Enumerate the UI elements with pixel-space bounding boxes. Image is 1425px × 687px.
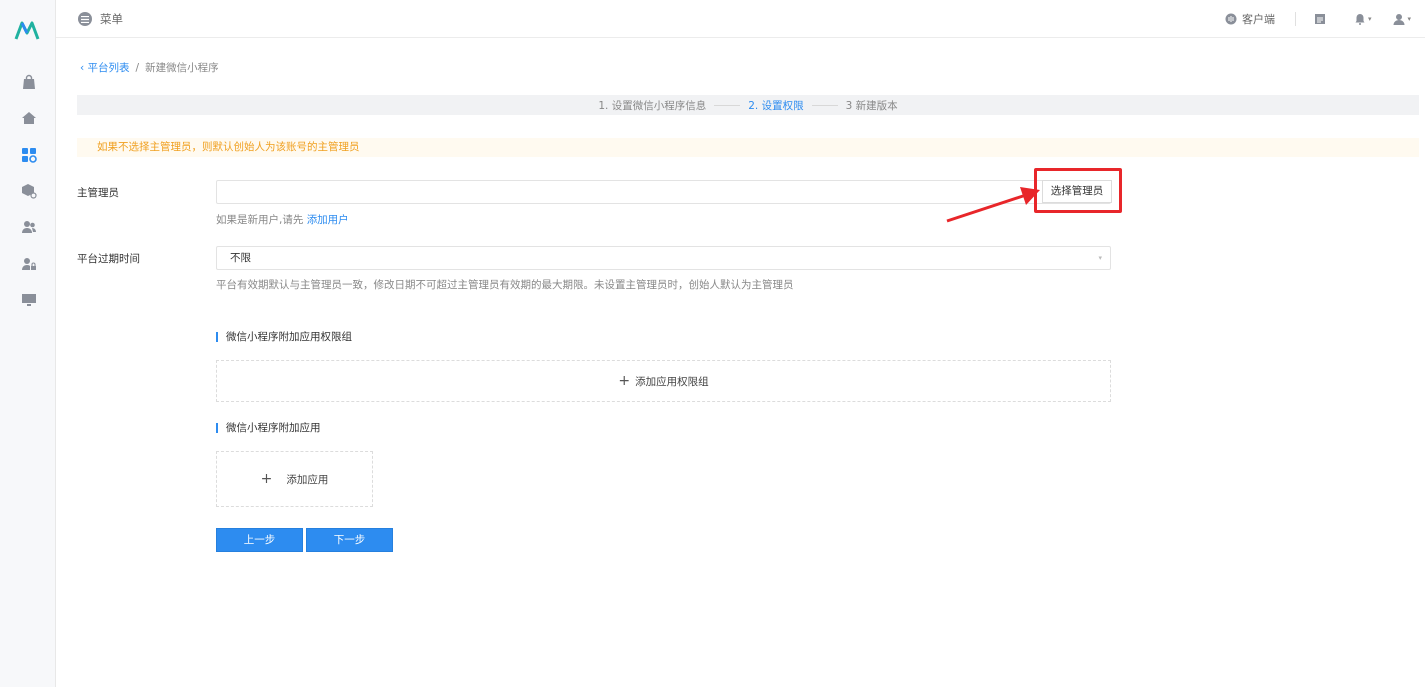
breadcrumb-back-label: 平台列表 bbox=[87, 62, 130, 74]
add-app-button[interactable]: + 添加应用 bbox=[216, 451, 373, 507]
plus-icon: + bbox=[260, 471, 273, 487]
client-icon bbox=[1225, 13, 1237, 25]
step-3: 3 新建版本 bbox=[845, 99, 898, 112]
menu-label: 菜单 bbox=[100, 12, 123, 26]
list-icon bbox=[78, 12, 92, 26]
apps-section-title: 微信小程序附加应用 bbox=[216, 420, 321, 435]
shopping-bag-icon[interactable] bbox=[20, 73, 38, 91]
users-icon[interactable] bbox=[20, 218, 38, 236]
client-link[interactable]: 客户端 bbox=[1225, 11, 1275, 27]
chevron-down-icon: ▾ bbox=[1407, 15, 1411, 23]
monitor-icon[interactable] bbox=[20, 291, 38, 309]
bell-icon bbox=[1355, 14, 1365, 25]
user-icon bbox=[1393, 14, 1405, 25]
next-step-button[interactable]: 下一步 bbox=[306, 528, 393, 552]
menu-toggle[interactable]: 菜单 bbox=[78, 11, 123, 27]
admin-help-text: 如果是新用户,请先 bbox=[216, 214, 304, 226]
perm-group-title: 微信小程序附加应用权限组 bbox=[226, 331, 352, 343]
steps-bar: 1. 设置微信小程序信息 2. 设置权限 3 新建版本 bbox=[77, 95, 1419, 115]
step-connector bbox=[714, 104, 741, 106]
add-user-link[interactable]: 添加用户 bbox=[307, 214, 349, 226]
prev-step-button[interactable]: 上一步 bbox=[216, 528, 303, 552]
logo[interactable] bbox=[14, 20, 40, 42]
topbar: 菜单 客户端 ▾ ▾ bbox=[56, 0, 1425, 38]
notification-menu[interactable]: ▾ bbox=[1354, 13, 1372, 25]
annotation-arrow bbox=[946, 187, 1040, 223]
warning-alert: 如果不选择主管理员，则默认创始人为该账号的主管理员 bbox=[77, 138, 1419, 157]
sidebar bbox=[0, 0, 56, 687]
step-2: 2. 设置权限 bbox=[748, 99, 804, 112]
expire-value: 不限 bbox=[230, 252, 251, 264]
top-right-tools: 客户端 ▾ ▾ bbox=[1225, 11, 1411, 27]
user-lock-icon[interactable] bbox=[20, 255, 38, 273]
breadcrumb-back-link[interactable]: ‹ 平台列表 bbox=[80, 60, 130, 75]
add-perm-group-button[interactable]: + 添加应用权限组 bbox=[216, 360, 1111, 402]
home-icon[interactable] bbox=[20, 109, 38, 127]
admin-label: 主管理员 bbox=[77, 187, 119, 199]
chevron-down-icon: ▾ bbox=[1098, 254, 1102, 262]
client-label: 客户端 bbox=[1241, 13, 1275, 26]
chevron-down-icon: ▾ bbox=[1367, 15, 1372, 23]
apps-title: 微信小程序附加应用 bbox=[226, 422, 321, 434]
expire-select[interactable]: 不限 ▾ bbox=[216, 246, 1111, 270]
breadcrumb-current: 新建微信小程序 bbox=[145, 62, 219, 74]
apps-settings-icon[interactable] bbox=[20, 146, 38, 164]
breadcrumb-separator: / bbox=[135, 61, 140, 74]
divider bbox=[1294, 12, 1296, 26]
expire-help: 平台有效期默认与主管理员一致，修改日期不可超过主管理员有效期的最大期限。未设置主… bbox=[216, 279, 794, 291]
perm-group-section-title: 微信小程序附加应用权限组 bbox=[216, 329, 352, 344]
section-bar bbox=[216, 331, 218, 342]
add-perm-group-label: 添加应用权限组 bbox=[635, 375, 709, 388]
document-icon[interactable] bbox=[1314, 13, 1326, 25]
chevron-left-icon: ‹ bbox=[80, 62, 85, 74]
step-connector bbox=[811, 104, 838, 106]
step-1: 1. 设置微信小程序信息 bbox=[598, 99, 707, 112]
plus-icon: + bbox=[618, 373, 631, 389]
expire-label: 平台过期时间 bbox=[77, 253, 140, 265]
admin-help: 如果是新用户,请先 添加用户 bbox=[216, 212, 349, 227]
user-menu[interactable]: ▾ bbox=[1393, 13, 1411, 25]
add-app-label: 添加应用 bbox=[286, 473, 329, 486]
cube-settings-icon[interactable] bbox=[20, 182, 38, 200]
section-bar bbox=[216, 422, 218, 433]
breadcrumb: ‹ 平台列表 / 新建微信小程序 bbox=[80, 60, 219, 75]
